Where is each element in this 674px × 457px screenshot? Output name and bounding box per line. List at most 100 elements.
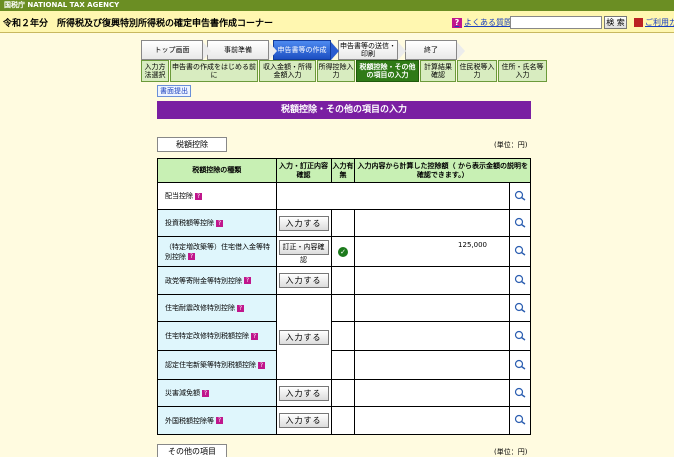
input-button[interactable]: 入力する xyxy=(278,413,329,428)
row-action: 入力する xyxy=(275,379,332,407)
row-action: 入力する xyxy=(275,294,332,380)
substep-before-start: 申告書の作成をはじめる前に xyxy=(170,60,258,82)
table-row: 政党等寄附金等特別控除? 入力する xyxy=(157,266,531,295)
step-top: トップ画面 xyxy=(141,40,211,60)
row-action xyxy=(275,182,511,210)
row-check xyxy=(330,294,356,322)
tax-credit-table: 税額控除の種類 入力・訂正内容確認 入力有無 入力内容から計算した控除額（ から… xyxy=(157,158,531,435)
row-check xyxy=(330,266,356,295)
help-badge-icon[interactable]: ? xyxy=(195,192,202,200)
row-name: 政党等寄附金等特別控除? xyxy=(157,266,277,295)
help-badge-icon[interactable]: ? xyxy=(251,332,258,340)
row-action: 入力する xyxy=(275,266,332,295)
row-check xyxy=(330,379,356,407)
row-action: 入力する xyxy=(275,209,332,237)
table-row: （特定増改築等）住宅借入金等特別控除? 訂正・内容確認 ✓ 125,000 xyxy=(157,236,531,267)
row-amount xyxy=(354,379,510,407)
row-action: 訂正・内容確認 xyxy=(275,236,332,267)
help-magnifier-icon[interactable] xyxy=(514,330,527,341)
help-magnifier-icon[interactable] xyxy=(514,387,527,398)
help-badge-icon[interactable]: ? xyxy=(258,361,265,369)
search-input[interactable] xyxy=(510,16,602,29)
step-prepare: 事前準備 xyxy=(207,40,277,60)
row-help[interactable] xyxy=(509,266,531,295)
help-badge-icon[interactable]: ? xyxy=(188,253,195,260)
row-name: 住宅耐震改修特別控除? xyxy=(157,294,277,322)
paper-submit-button[interactable]: 書面提出 xyxy=(157,85,191,97)
row-help[interactable] xyxy=(509,236,531,267)
row-help[interactable] xyxy=(509,350,531,380)
title-bar: 令和２年分 所得税及び復興特別所得税の確定申告書作成コーナー ? よくある質問 検… xyxy=(0,11,674,33)
help-magnifier-icon[interactable] xyxy=(514,302,527,313)
edit-confirm-button[interactable]: 訂正・内容確認 xyxy=(278,239,329,264)
step-end: 終了 xyxy=(405,40,465,60)
row-help[interactable] xyxy=(509,182,531,210)
input-button[interactable]: 入力する xyxy=(278,273,329,288)
header-amount: 入力内容から計算した控除額（ から表示金額の説明を確認できます。） xyxy=(354,158,531,183)
table-row: 住宅耐震改修特別控除? 入力する xyxy=(157,294,531,380)
substep-result: 計算結果確認 xyxy=(420,60,456,82)
substep-income: 収入金額・所得金額入力 xyxy=(259,60,316,82)
row-name: 災害減免額? xyxy=(157,379,277,407)
table-row: 住宅特定改修特別税額控除? xyxy=(157,321,531,351)
row-check xyxy=(330,209,356,237)
table-row: 配当控除? xyxy=(157,182,531,210)
check-icon: ✓ xyxy=(338,246,348,257)
tax-credit-tab: 税額控除 xyxy=(157,137,227,152)
row-name: 認定住宅新築等特別税額控除? xyxy=(157,350,277,380)
row-check: ✓ xyxy=(330,236,356,267)
help-badge-icon[interactable]: ? xyxy=(216,219,223,227)
row-help[interactable] xyxy=(509,321,531,351)
row-help[interactable] xyxy=(509,209,531,237)
unit-label-other: (単位：円) xyxy=(494,448,528,456)
agency-name: 国税庁 NATIONAL TAX AGENCY xyxy=(4,1,120,9)
table-header-row: 税額控除の種類 入力・訂正内容確認 入力有無 入力内容から計算した控除額（ から… xyxy=(157,158,531,183)
help-magnifier-icon[interactable] xyxy=(514,217,527,228)
row-check xyxy=(330,406,356,435)
substep-input-method: 入力方法選択 xyxy=(141,60,169,82)
unit-label: (単位：円) xyxy=(494,141,528,149)
question-icon: ? xyxy=(452,17,462,28)
header-has-input: 入力有無 xyxy=(330,158,356,183)
help-magnifier-icon[interactable] xyxy=(514,190,527,201)
row-help[interactable] xyxy=(509,379,531,407)
row-name: （特定増改築等）住宅借入金等特別控除? xyxy=(157,236,277,267)
step-send-print: 申告書等の送信・印刷 xyxy=(338,40,406,60)
help-magnifier-icon[interactable] xyxy=(514,245,527,256)
header-action: 入力・訂正内容確認 xyxy=(275,158,332,183)
row-amount xyxy=(354,266,510,295)
table-row: 外国税額控除等? 入力する xyxy=(157,406,531,435)
substep-resident-tax: 住民税等入力 xyxy=(457,60,497,82)
faq-link[interactable]: ? よくある質問 xyxy=(452,17,512,28)
search-button[interactable]: 検 索 xyxy=(604,16,627,29)
row-amount xyxy=(354,350,510,380)
step-create: 申告書等の作成 xyxy=(273,40,339,60)
other-items-tab: その他の項目 xyxy=(157,444,227,457)
substep-tax-credit: 税額控除・その他の項目の入力 xyxy=(356,60,419,82)
input-button[interactable]: 入力する xyxy=(278,385,329,401)
input-button[interactable]: 入力する xyxy=(278,329,329,345)
table-row: 認定住宅新築等特別税額控除? xyxy=(157,350,531,380)
section-title: 税額控除・その他の項目の入力 xyxy=(157,101,531,119)
row-name: 外国税額控除等? xyxy=(157,406,277,435)
page-title: 令和２年分 所得税及び復興特別所得税の確定申告書作成コーナー xyxy=(3,19,274,29)
help-badge-icon[interactable]: ? xyxy=(237,304,244,312)
substep-deduction: 所得控除入力 xyxy=(317,60,355,82)
guide-label: ご利用ガ xyxy=(645,18,674,27)
row-amount xyxy=(354,406,510,435)
help-magnifier-icon[interactable] xyxy=(514,274,527,285)
help-magnifier-icon[interactable] xyxy=(514,359,527,370)
help-badge-icon[interactable]: ? xyxy=(244,277,251,284)
input-button[interactable]: 入力する xyxy=(278,215,329,231)
row-help[interactable] xyxy=(509,294,531,322)
help-magnifier-icon[interactable] xyxy=(514,414,527,425)
guide-link[interactable]: ご利用ガ xyxy=(634,17,674,28)
agency-bar: 国税庁 NATIONAL TAX AGENCY xyxy=(0,0,674,11)
row-check xyxy=(330,350,356,380)
row-amount: 125,000 xyxy=(354,236,510,267)
row-help[interactable] xyxy=(509,406,531,435)
help-badge-icon[interactable]: ? xyxy=(216,417,223,424)
help-badge-icon[interactable]: ? xyxy=(202,389,209,397)
faq-label: よくある質問 xyxy=(464,18,512,27)
row-amount xyxy=(354,209,510,237)
